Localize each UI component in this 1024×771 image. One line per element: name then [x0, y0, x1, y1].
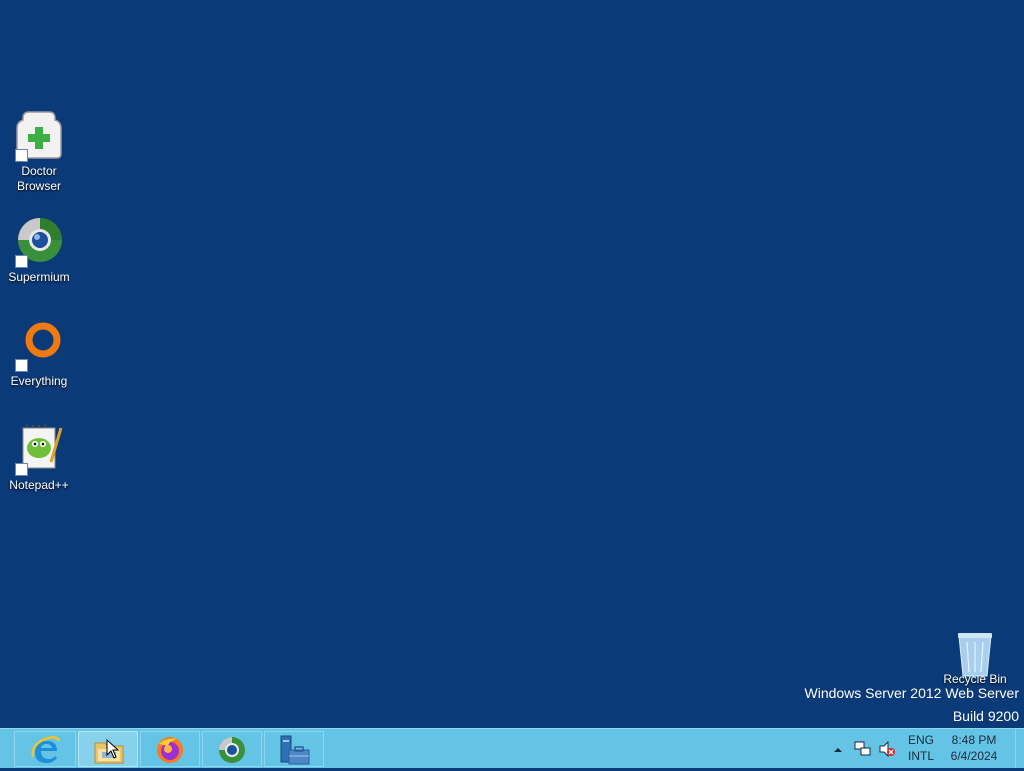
supermium-icon — [217, 735, 247, 770]
recycle-bin-icon — [949, 630, 1001, 678]
mouse-cursor-icon — [106, 738, 120, 764]
desktop-icon-everything[interactable]: Everything — [1, 320, 77, 389]
os-watermark: Windows Server 2012 Web Server Build 920… — [805, 682, 1020, 728]
show-desktop-button[interactable] — [1015, 729, 1024, 768]
desktop-icon-notepadpp[interactable]: Notepad++ — [1, 424, 77, 493]
desktop-icon-recycle-bin[interactable]: Recycle Bin — [937, 630, 1013, 687]
taskbar-button-internet-explorer[interactable] — [14, 731, 76, 767]
doctor-browser-icon — [13, 110, 65, 162]
desktop: Doctor Browser Supermium Everything Note… — [0, 0, 1024, 728]
language-top: ENG — [907, 733, 934, 747]
desktop-icon-label: Supermium — [8, 270, 70, 284]
clock-date: 6/4/2024 — [950, 749, 998, 763]
shortcut-arrow-icon — [15, 463, 28, 476]
input-language-indicator[interactable]: ENG INTL — [905, 732, 937, 764]
notepadpp-icon — [13, 424, 65, 476]
desktop-icon-label: Notepad++ — [9, 478, 69, 492]
taskbar-button-server-manager[interactable] — [264, 731, 324, 767]
clock[interactable]: 8:48 PM 6/4/2024 — [944, 732, 1004, 764]
volume-muted-icon[interactable] — [878, 740, 896, 758]
firefox-icon — [155, 735, 185, 770]
network-icon[interactable] — [854, 740, 872, 758]
everything-icon — [13, 320, 65, 372]
desktop-icon-supermium[interactable]: Supermium — [1, 216, 77, 285]
desktop-icon-label: Browser — [16, 179, 61, 193]
clock-time: 8:48 PM — [951, 733, 997, 747]
desktop-icon-label: Doctor — [21, 164, 57, 178]
supermium-icon — [13, 216, 65, 268]
shortcut-arrow-icon — [15, 359, 28, 372]
taskbar-button-supermium[interactable] — [202, 731, 262, 767]
desktop-icon-label: Everything — [10, 374, 68, 388]
shortcut-arrow-icon — [15, 255, 28, 268]
internet-explorer-icon — [31, 735, 61, 770]
taskbar-button-firefox[interactable] — [140, 731, 200, 767]
taskbar-button-file-explorer[interactable] — [78, 731, 138, 767]
taskbar: ENG INTL 8:48 PM 6/4/2024 — [0, 728, 1024, 768]
os-watermark-line2: Build 9200 — [952, 708, 1019, 724]
language-bottom: INTL — [907, 749, 934, 763]
show-hidden-icons-button[interactable] — [832, 743, 844, 755]
os-watermark-line1: Windows Server 2012 Web Server — [804, 685, 1020, 701]
shortcut-arrow-icon — [15, 149, 28, 162]
server-manager-icon — [279, 734, 311, 771]
desktop-icon-doctor-browser[interactable]: Doctor Browser — [1, 110, 77, 194]
